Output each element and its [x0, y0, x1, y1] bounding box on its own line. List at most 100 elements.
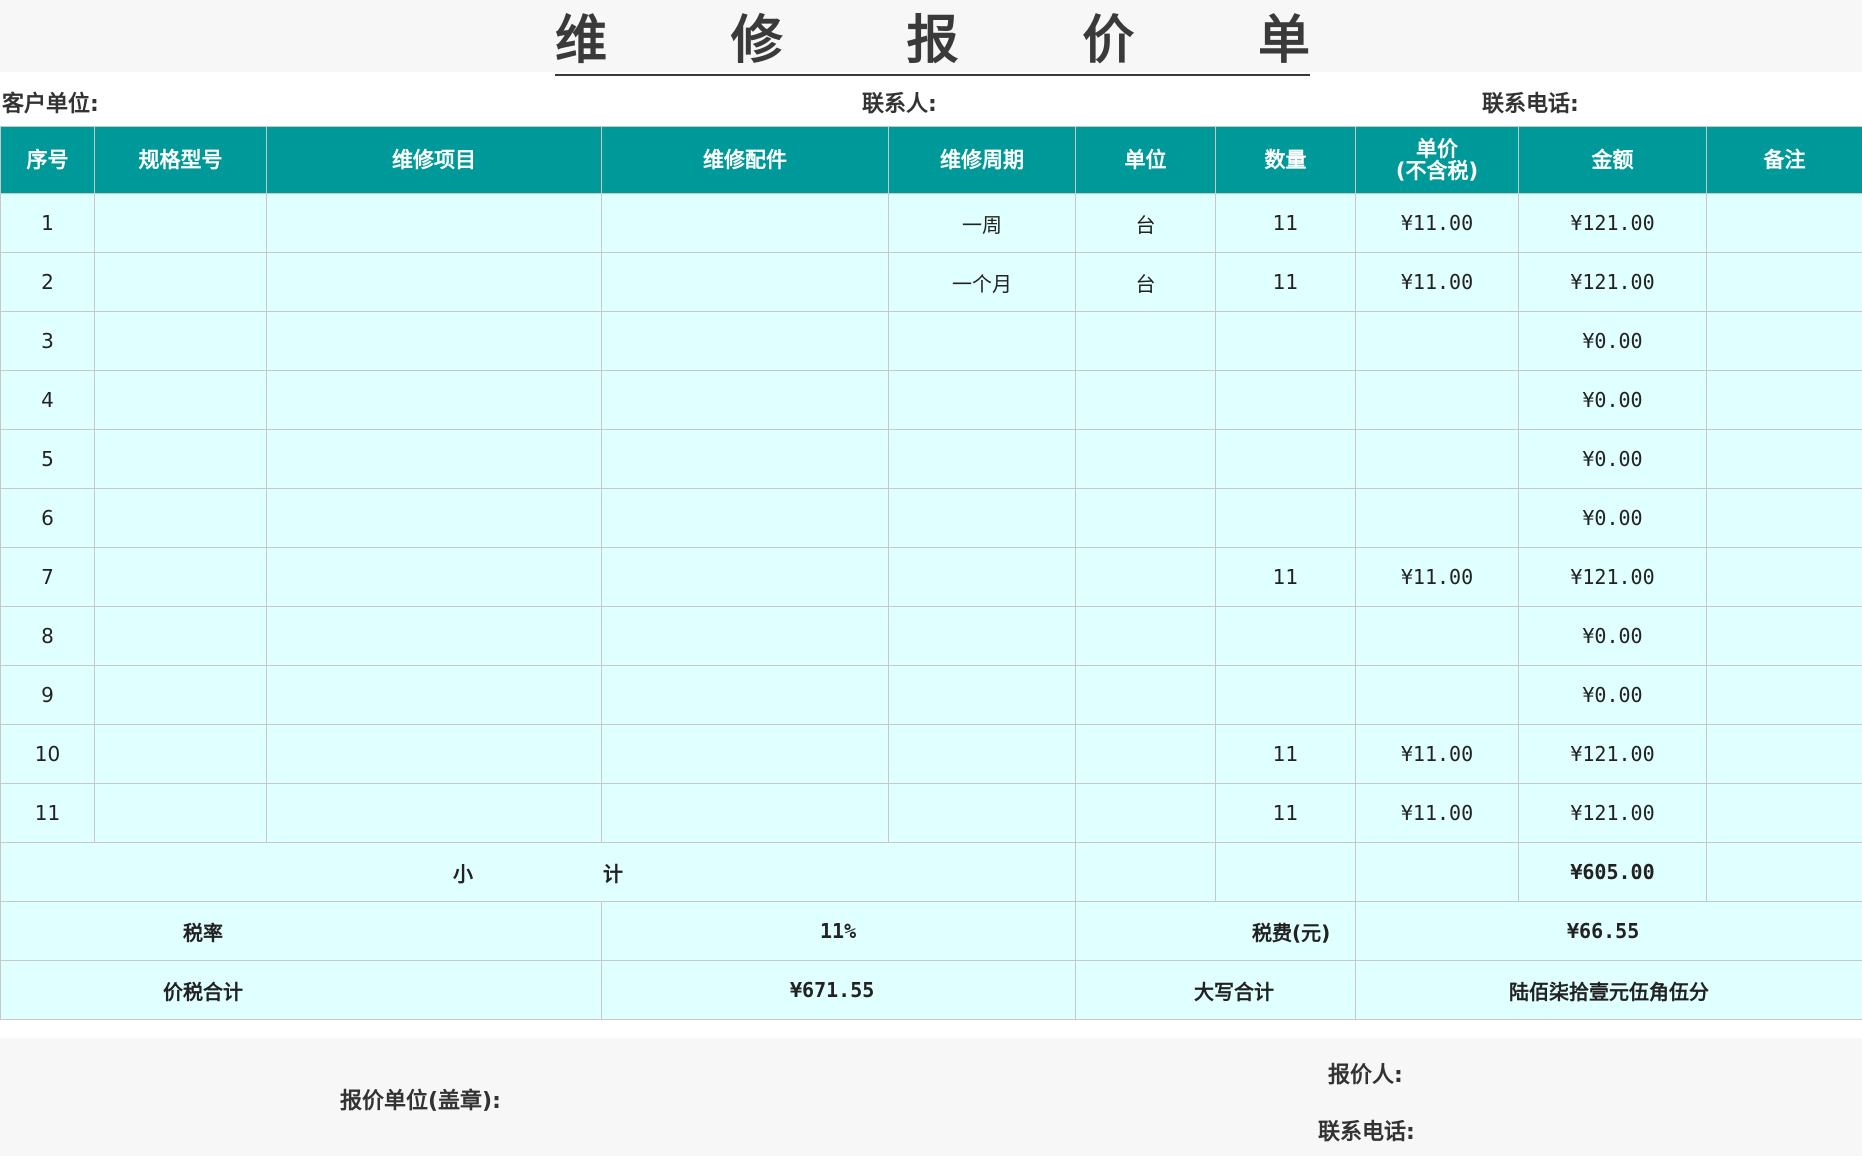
- price-cell[interactable]: ¥11.00: [1355, 193, 1519, 253]
- unit-cell[interactable]: 台: [1075, 252, 1216, 312]
- spec-cell[interactable]: [94, 547, 267, 607]
- cell[interactable]: [1075, 842, 1216, 902]
- spec-cell[interactable]: [94, 311, 267, 371]
- price-cell[interactable]: ¥11.00: [1355, 783, 1519, 843]
- item-cell[interactable]: [266, 252, 602, 312]
- amount-cell[interactable]: ¥0.00: [1518, 665, 1707, 725]
- unit-cell[interactable]: [1075, 547, 1216, 607]
- note-cell[interactable]: [1706, 311, 1862, 371]
- cell[interactable]: [1215, 842, 1356, 902]
- part-cell[interactable]: [601, 724, 889, 784]
- spec-cell[interactable]: [94, 724, 267, 784]
- cycle-cell[interactable]: 一周: [888, 193, 1076, 253]
- price-cell[interactable]: [1355, 429, 1519, 489]
- amount-cell[interactable]: ¥121.00: [1518, 724, 1707, 784]
- price-cell[interactable]: [1355, 488, 1519, 548]
- part-cell[interactable]: [601, 547, 889, 607]
- item-cell[interactable]: [266, 606, 602, 666]
- spec-cell[interactable]: [94, 193, 267, 253]
- part-cell[interactable]: [601, 370, 889, 430]
- spec-cell[interactable]: [94, 665, 267, 725]
- part-cell[interactable]: [601, 488, 889, 548]
- item-cell[interactable]: [266, 311, 602, 371]
- part-cell[interactable]: [601, 311, 889, 371]
- cycle-cell[interactable]: [888, 606, 1076, 666]
- amount-cell[interactable]: ¥121.00: [1518, 252, 1707, 312]
- item-cell[interactable]: [266, 783, 602, 843]
- part-cell[interactable]: [601, 606, 889, 666]
- amount-cell[interactable]: ¥0.00: [1518, 488, 1707, 548]
- cycle-cell[interactable]: [888, 370, 1076, 430]
- spec-cell[interactable]: [94, 783, 267, 843]
- unit-cell[interactable]: 台: [1075, 193, 1216, 253]
- qty-cell[interactable]: 11: [1215, 724, 1356, 784]
- cycle-cell[interactable]: [888, 547, 1076, 607]
- note-cell[interactable]: [1706, 488, 1862, 548]
- price-cell[interactable]: ¥11.00: [1355, 252, 1519, 312]
- unit-cell[interactable]: [1075, 370, 1216, 430]
- cycle-cell[interactable]: [888, 488, 1076, 548]
- price-cell[interactable]: [1355, 606, 1519, 666]
- amount-cell[interactable]: ¥121.00: [1518, 193, 1707, 253]
- price-cell[interactable]: [1355, 370, 1519, 430]
- amount-cell[interactable]: ¥0.00: [1518, 606, 1707, 666]
- qty-cell[interactable]: [1215, 488, 1356, 548]
- note-cell[interactable]: [1706, 783, 1862, 843]
- qty-cell[interactable]: [1215, 370, 1356, 430]
- price-cell[interactable]: [1355, 311, 1519, 371]
- item-cell[interactable]: [266, 370, 602, 430]
- spec-cell[interactable]: [94, 429, 267, 489]
- qty-cell[interactable]: [1215, 311, 1356, 371]
- amount-cell[interactable]: ¥121.00: [1518, 783, 1707, 843]
- unit-cell[interactable]: [1075, 429, 1216, 489]
- spec-cell[interactable]: [94, 606, 267, 666]
- qty-cell[interactable]: 11: [1215, 252, 1356, 312]
- note-cell[interactable]: [1706, 724, 1862, 784]
- part-cell[interactable]: [601, 193, 889, 253]
- cycle-cell[interactable]: [888, 665, 1076, 725]
- part-cell[interactable]: [601, 252, 889, 312]
- qty-cell[interactable]: 11: [1215, 547, 1356, 607]
- spec-cell[interactable]: [94, 370, 267, 430]
- note-cell[interactable]: [1706, 665, 1862, 725]
- item-cell[interactable]: [266, 429, 602, 489]
- price-cell[interactable]: [1355, 665, 1519, 725]
- qty-cell[interactable]: [1215, 606, 1356, 666]
- price-cell[interactable]: ¥11.00: [1355, 547, 1519, 607]
- qty-cell[interactable]: [1215, 665, 1356, 725]
- cycle-cell[interactable]: [888, 724, 1076, 784]
- cell[interactable]: [1355, 842, 1519, 902]
- cycle-cell[interactable]: [888, 311, 1076, 371]
- item-cell[interactable]: [266, 547, 602, 607]
- amount-cell[interactable]: ¥0.00: [1518, 429, 1707, 489]
- amount-cell[interactable]: ¥0.00: [1518, 311, 1707, 371]
- item-cell[interactable]: [266, 665, 602, 725]
- note-cell[interactable]: [1706, 193, 1862, 253]
- part-cell[interactable]: [601, 429, 889, 489]
- unit-cell[interactable]: [1075, 783, 1216, 843]
- qty-cell[interactable]: [1215, 429, 1356, 489]
- qty-cell[interactable]: 11: [1215, 193, 1356, 253]
- unit-cell[interactable]: [1075, 606, 1216, 666]
- cell[interactable]: [1706, 842, 1862, 902]
- unit-cell[interactable]: [1075, 724, 1216, 784]
- note-cell[interactable]: [1706, 252, 1862, 312]
- spec-cell[interactable]: [94, 252, 267, 312]
- cycle-cell[interactable]: [888, 429, 1076, 489]
- item-cell[interactable]: [266, 488, 602, 548]
- note-cell[interactable]: [1706, 370, 1862, 430]
- note-cell[interactable]: [1706, 547, 1862, 607]
- qty-cell[interactable]: 11: [1215, 783, 1356, 843]
- spec-cell[interactable]: [94, 488, 267, 548]
- unit-cell[interactable]: [1075, 488, 1216, 548]
- amount-cell[interactable]: ¥0.00: [1518, 370, 1707, 430]
- part-cell[interactable]: [601, 665, 889, 725]
- price-cell[interactable]: ¥11.00: [1355, 724, 1519, 784]
- cycle-cell[interactable]: [888, 783, 1076, 843]
- part-cell[interactable]: [601, 783, 889, 843]
- unit-cell[interactable]: [1075, 665, 1216, 725]
- item-cell[interactable]: [266, 724, 602, 784]
- note-cell[interactable]: [1706, 429, 1862, 489]
- cycle-cell[interactable]: 一个月: [888, 252, 1076, 312]
- unit-cell[interactable]: [1075, 311, 1216, 371]
